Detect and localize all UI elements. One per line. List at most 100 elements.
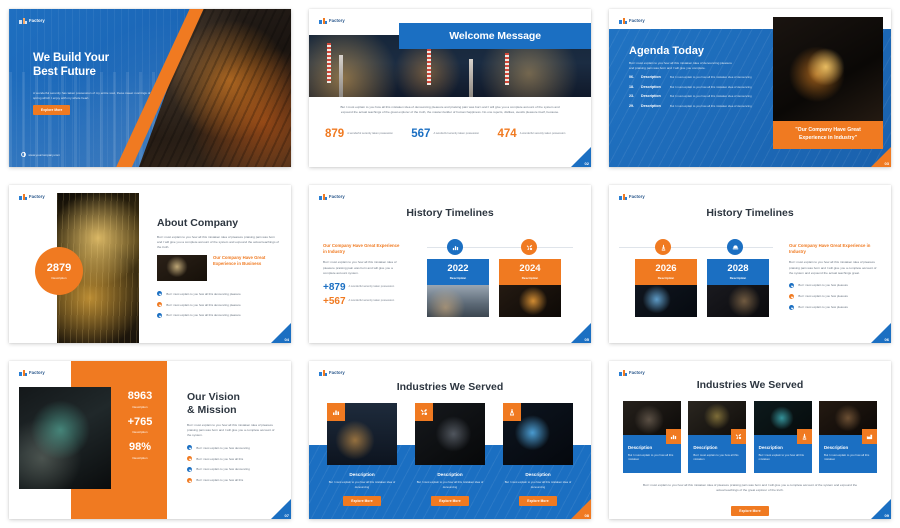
logo-label: Factory — [29, 18, 45, 23]
industry-card[interactable]: Description But I must explain to you ho… — [327, 403, 397, 507]
factory-icon — [619, 17, 627, 24]
timeline-card[interactable]: 2026 Description — [635, 259, 697, 317]
check-icon — [187, 466, 193, 473]
explore-more-button[interactable]: Explore More — [519, 496, 557, 507]
stat-label: A wonderful serenity taken possession — [347, 132, 393, 136]
explore-more-button[interactable]: Explore More — [431, 496, 469, 507]
logo[interactable]: Factory — [19, 369, 45, 376]
slide-history-1[interactable]: Factory History Timelines 2022 Descripti… — [309, 185, 591, 343]
industry-card[interactable]: Description But I must explain to you ho… — [753, 401, 812, 473]
industry-card[interactable]: Description But I must explain to you ho… — [623, 401, 681, 473]
explore-more-button[interactable]: Explore More — [731, 505, 769, 517]
industry-text: But I must explain to you how all this m… — [823, 453, 870, 462]
bullet-text: But I must explain to you how all this d… — [166, 313, 241, 318]
logo-label: Factory — [629, 370, 645, 375]
list-item[interactable]: 18. Description But I must explain to yo… — [629, 85, 761, 89]
timeline-card[interactable]: 2028 Description — [707, 259, 769, 317]
logo[interactable]: Factory — [319, 17, 345, 24]
industries-cards: Description But I must explain to you ho… — [327, 403, 573, 507]
agenda-quote: "Our Company Have Great Experience in In… — [773, 121, 883, 149]
stat-item: 879 A wonderful serenity taken possessio… — [325, 128, 403, 141]
about-description: But I must explain to you how all this m… — [157, 235, 279, 250]
timeline-label: Description — [729, 275, 747, 280]
industry-text: But I must explain to you how all this m… — [504, 480, 572, 489]
timeline-card-head: 2022 Description — [427, 259, 489, 285]
timeline-year: 2022 — [447, 263, 469, 275]
about-bullets: But I must explain to you how all this d… — [157, 291, 281, 324]
page-number: 04 — [284, 336, 289, 342]
oil-rig-icon — [655, 239, 671, 255]
logo[interactable]: Factory — [619, 369, 645, 376]
refinery-stack — [469, 59, 473, 97]
slide-hero[interactable]: Factory We Build Your Best Future A wond… — [9, 9, 291, 167]
slide-about[interactable]: Factory 2879 Description About Company B… — [9, 185, 291, 343]
timeline-card-head: 2024 Description — [499, 259, 561, 285]
industry-card[interactable]: Description But I must explain to you ho… — [688, 401, 747, 473]
industry-card[interactable]: Description But I must explain to you ho… — [503, 403, 573, 507]
logo[interactable]: Factory — [19, 193, 45, 200]
slide-industries-3[interactable]: Factory Industries We Served Description… — [309, 361, 591, 519]
timeline-year: 2026 — [655, 263, 677, 275]
list-item[interactable]: 23. Description But I must explain to yo… — [629, 94, 761, 98]
slide-cell-1: Factory We Build Your Best Future A wond… — [0, 0, 300, 176]
bullet-text: But I must explain to you how all this d… — [166, 302, 241, 307]
logo[interactable]: Factory — [19, 17, 45, 24]
timeline-label: Description — [657, 275, 675, 280]
page-number: 08 — [584, 512, 589, 518]
logo-label: Factory — [29, 194, 45, 199]
stat-label: Description — [51, 275, 67, 280]
industry-card[interactable]: Description But I must explain to you ho… — [818, 401, 877, 473]
page-title: Agenda Today — [629, 45, 704, 57]
industry-card-image — [753, 401, 812, 444]
stat-item: 474 A wonderful serenity taken possessio… — [498, 128, 576, 141]
website-link[interactable]: www.yourcompany.com — [21, 152, 60, 158]
logo[interactable]: Factory — [319, 369, 345, 376]
stat-label: A wonderful serenity taken possession — [348, 298, 395, 302]
stat-label: Description — [132, 430, 148, 434]
slide-vision[interactable]: Factory 8963 Description +765 Descriptio… — [9, 361, 291, 519]
about-thumbnail — [157, 255, 207, 281]
timeline-year: 2024 — [519, 263, 541, 275]
stat-value: 567 — [411, 128, 431, 140]
explore-more-button[interactable]: Explore More — [343, 496, 381, 507]
list-item: But I must explain to you how all this — [187, 477, 283, 484]
logo[interactable]: Factory — [619, 17, 645, 24]
bullet-text: But I must explain to you how pleasure — [798, 305, 849, 310]
timeline-card[interactable]: 2024 Description — [499, 259, 561, 317]
refinery-stack — [327, 43, 331, 83]
page-title: Industries We Served — [396, 381, 504, 393]
slide-cell-2: Factory Welcome Message But I must expla… — [300, 0, 600, 176]
slide-industries-4[interactable]: Factory Industries We Served Description… — [609, 361, 891, 519]
stat-label: A wonderful serenity taken possession — [433, 132, 480, 136]
page-number: 07 — [284, 512, 289, 518]
page-number: 06 — [884, 336, 889, 342]
vision-stats: 8963 Description +765 Description 98% De… — [113, 391, 167, 468]
timeline-card-image — [635, 285, 697, 317]
factory-icon — [19, 17, 27, 24]
page-title: Industries We Served — [696, 379, 804, 391]
industry-heading: Description — [693, 445, 718, 450]
industry-card-image — [415, 403, 485, 465]
slide-agenda[interactable]: Factory Agenda Today But I must explain … — [609, 9, 891, 167]
industry-text: But I must explain to you how all this m… — [328, 480, 396, 489]
stat-value: 8963 — [127, 390, 153, 402]
logo[interactable]: Factory — [619, 193, 645, 200]
logo[interactable]: Factory — [319, 193, 345, 200]
explore-more-button[interactable]: Explore More — [33, 105, 71, 116]
industry-heading: Description — [628, 445, 653, 450]
globe-icon — [21, 152, 26, 158]
check-icon — [187, 455, 193, 462]
timeline-card[interactable]: 2022 Description — [427, 259, 489, 317]
factory-icon — [19, 193, 27, 200]
page-number-badge: 03 — [871, 147, 891, 167]
list-item[interactable]: 29. Description But I must explain to yo… — [629, 104, 761, 108]
industry-card[interactable]: Description But I must explain to you ho… — [415, 403, 485, 507]
agenda-number: 18. — [629, 84, 634, 89]
agenda-text: But I must explain to you how all this m… — [670, 94, 752, 99]
list-item[interactable]: 06. Description But I must explain to yo… — [629, 75, 761, 79]
slide-welcome[interactable]: Factory Welcome Message But I must expla… — [309, 9, 591, 167]
page-number-badge: 06 — [871, 323, 891, 343]
check-icon — [789, 282, 795, 289]
slide-history-2[interactable]: Factory History Timelines 2026 Descripti… — [609, 185, 891, 343]
bullet-text: But I must explain to you how all this — [196, 456, 244, 461]
